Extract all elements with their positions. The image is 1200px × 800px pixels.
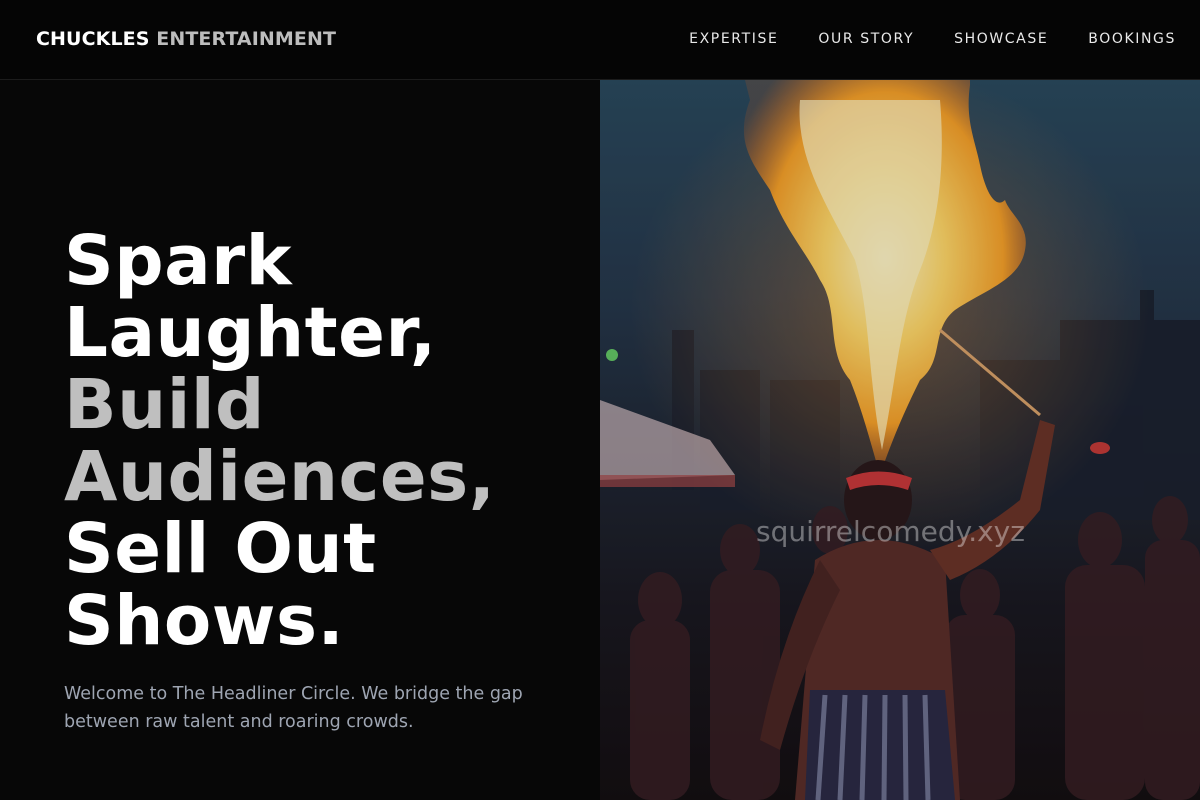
fire-breather-illustration (600, 80, 1200, 800)
nav-link-expertise[interactable]: EXPERTISE (689, 31, 778, 47)
brand-name-primary: CHUCKLES (36, 28, 150, 50)
hero-headline: Spark Laughter, Build Audiences, Sell Ou… (64, 225, 495, 657)
headline-line: Build (64, 365, 265, 445)
headline-line: Spark (64, 221, 293, 301)
headline-line: Audiences, (64, 437, 496, 517)
hero-text-panel: Spark Laughter, Build Audiences, Sell Ou… (0, 80, 600, 800)
nav-link-bookings[interactable]: BOOKINGS (1088, 31, 1176, 47)
headline-line: Shows. (64, 581, 345, 661)
brand-name-secondary: ENTERTAINMENT (156, 28, 337, 50)
brand-logo[interactable]: CHUCKLES ENTERTAINMENT (36, 28, 336, 50)
main-nav: EXPERTISE OUR STORY SHOWCASE BOOKINGS (689, 31, 1176, 47)
photo-watermark: squirrelcomedy.xyz (756, 515, 1025, 548)
headline-line: Laughter, (64, 293, 437, 373)
nav-link-showcase[interactable]: SHOWCASE (954, 31, 1048, 47)
hero-photo-fire-breather: squirrelcomedy.xyz (600, 80, 1200, 800)
headline-line: Sell Out (64, 509, 377, 589)
top-navigation-bar: CHUCKLES ENTERTAINMENT EXPERTISE OUR STO… (0, 0, 1200, 80)
hero-intro-text: Welcome to The Headliner Circle. We brid… (64, 684, 523, 732)
nav-link-our-story[interactable]: OUR STORY (818, 31, 914, 47)
